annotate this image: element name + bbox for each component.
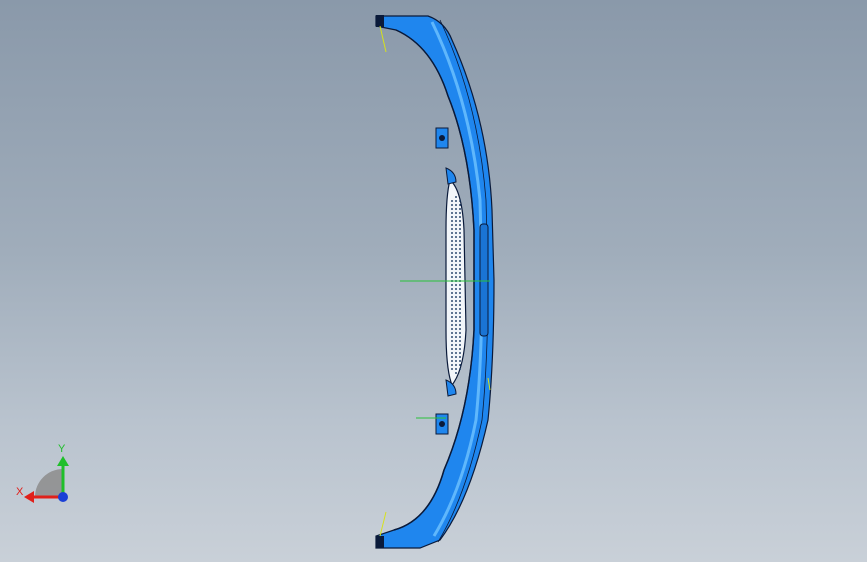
x-axis-label: X [16, 486, 24, 498]
center-slot [479, 223, 489, 337]
x-axis-arrowhead [24, 491, 34, 503]
grille-opening [445, 178, 467, 387]
y-axis-label: Y [58, 443, 66, 455]
bumper-outer-shell [375, 15, 495, 549]
lower-bracket [435, 379, 457, 435]
top-end-cap [376, 15, 384, 27]
upper-bracket [435, 127, 457, 185]
triad-xy-quadrant [35, 469, 63, 497]
top-reference-line [379, 25, 387, 53]
z-axis-origin [58, 492, 68, 502]
coordinate-triad[interactable] [24, 456, 69, 503]
model-canvas[interactable] [0, 0, 867, 562]
bottom-end-cap [376, 536, 384, 548]
cad-viewport[interactable]: X Y [0, 0, 867, 562]
y-axis-arrowhead [57, 456, 69, 466]
